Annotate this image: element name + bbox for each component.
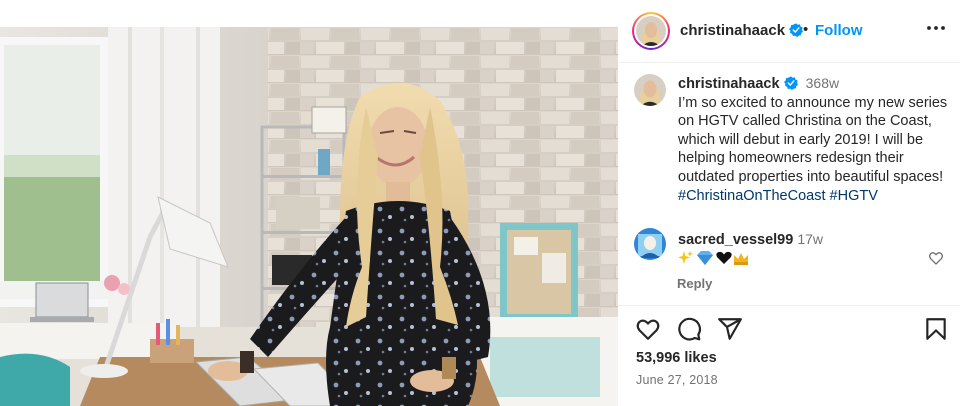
post-photo[interactable] [0, 27, 618, 406]
hashtag-link[interactable]: #ChristinaOnTheCoast [678, 188, 826, 204]
heart-icon[interactable] [635, 316, 661, 342]
comment-emoji-row [678, 250, 748, 266]
verified-badge-icon [789, 23, 804, 37]
verified-badge-icon [783, 76, 798, 90]
reply-button[interactable]: Reply [677, 276, 712, 291]
paper-plane-icon[interactable] [717, 316, 743, 342]
gem-icon [697, 251, 713, 265]
comment-header: sacred_vessel99 17w [678, 230, 823, 250]
commenter-avatar[interactable] [634, 228, 666, 260]
post-author-username[interactable]: christinahaack [680, 22, 785, 39]
caption-username[interactable]: christinahaack [678, 76, 780, 92]
hashtag-link[interactable]: #HGTV [830, 188, 878, 204]
comment-timestamp[interactable]: 17w [797, 231, 823, 247]
caption-body: I’m so excited to announce my new series… [678, 94, 948, 185]
caption-timestamp[interactable]: 368w [806, 75, 839, 91]
likes-count[interactable]: 53,996 likes [636, 350, 717, 366]
caption-avatar[interactable] [634, 74, 666, 106]
actions-divider [618, 305, 960, 306]
caption-text-block: christinahaack 368w I’m so excited to an… [678, 74, 954, 205]
more-horizontal-icon[interactable] [924, 16, 948, 40]
black-heart-icon [716, 251, 732, 264]
comment-bubble-icon[interactable] [676, 316, 702, 342]
post-date[interactable]: June 27, 2018 [636, 373, 718, 387]
post-author[interactable]: christinahaack [680, 22, 804, 39]
bookmark-icon[interactable] [923, 316, 949, 342]
post-sidebar: christinahaack • Follow christinahaack 3… [618, 0, 960, 406]
comment-heart-icon[interactable] [928, 250, 944, 266]
avatar-story-ring[interactable] [632, 12, 670, 50]
post-photo-graphic [0, 27, 618, 406]
follow-button[interactable]: Follow [815, 22, 863, 39]
crown-icon [734, 253, 748, 265]
commenter-username[interactable]: sacred_vessel99 [678, 232, 793, 248]
avatar [636, 16, 666, 46]
sparkles-icon [678, 251, 693, 264]
post-header: christinahaack • Follow [618, 0, 960, 63]
follow-separator: • [803, 21, 809, 38]
